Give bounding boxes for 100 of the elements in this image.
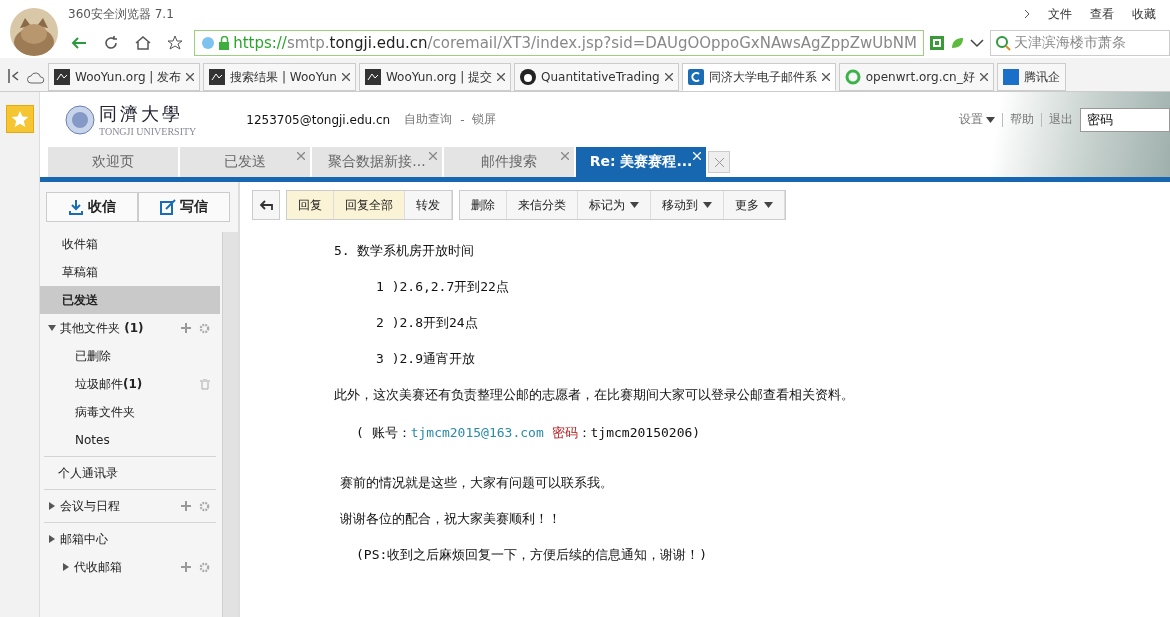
cloud-icon[interactable]: [27, 70, 45, 84]
plus-icon[interactable]: [181, 562, 191, 572]
folder-label[interactable]: Notes: [75, 433, 210, 447]
menu-item[interactable]: 收藏: [1132, 5, 1156, 23]
browser-tab[interactable]: 搜索结果 | WooYun: [203, 63, 356, 91]
mail-text: 赛前的情况就是这些，大家有问题可以联系我。: [340, 475, 613, 490]
collapse-icon[interactable]: [48, 535, 56, 543]
browser-tab[interactable]: WooYun.org | 提交: [358, 63, 512, 91]
lock-screen-link[interactable]: 锁屏: [472, 111, 497, 128]
browser-tab[interactable]: QuantitativeTrading: [514, 63, 679, 91]
toolbar-button[interactable]: 标记为: [578, 191, 651, 219]
emblem-icon: [65, 104, 95, 135]
browser-tab[interactable]: 腾讯企: [996, 63, 1066, 91]
dropdown-icon[interactable]: [970, 38, 984, 48]
menu-item[interactable]: 文件: [1048, 5, 1072, 23]
header-link[interactable]: 退出: [1049, 111, 1073, 128]
logo-subtitle: TONGJI UNIVERSITY: [99, 126, 197, 137]
receive-button[interactable]: 收信: [46, 192, 138, 222]
email-link[interactable]: tjmcm2015@163.com: [410, 425, 544, 440]
toolbar-button[interactable]: 回复全部: [334, 191, 405, 219]
folder-label[interactable]: 邮箱中心: [60, 530, 210, 548]
folder-label[interactable]: 其他文件夹 (1): [60, 319, 177, 337]
plus-icon[interactable]: [181, 501, 191, 511]
chevron-icon[interactable]: [1024, 9, 1030, 19]
edit-icon: [160, 199, 176, 215]
home-icon: [135, 36, 151, 50]
folder-item[interactable]: 收件箱: [40, 230, 220, 258]
star-icon: [167, 35, 183, 51]
toolbar-button[interactable]: 来信分类: [507, 191, 578, 219]
toolbar-button[interactable]: 移动到: [651, 191, 724, 219]
qr-code-icon[interactable]: [930, 36, 944, 50]
folder-label[interactable]: 垃圾邮件(1): [75, 375, 196, 393]
mail-tab[interactable]: 邮件搜索: [444, 147, 574, 177]
mail-text: 1 )2.6,2.7开到22点: [376, 279, 509, 294]
expand-icon[interactable]: [48, 324, 56, 332]
search-icon: [995, 35, 1011, 51]
back-button[interactable]: [252, 190, 280, 220]
folder-item[interactable]: 其他文件夹 (1): [40, 314, 220, 342]
folder-label[interactable]: 会议与日程: [60, 497, 177, 515]
folder-label[interactable]: 代收邮箱: [74, 558, 177, 576]
plus-icon[interactable]: [181, 323, 191, 333]
url-text: https://smtp.tongji.edu.cn/coremail/XT3/index.jsp?sid=DAUgOOppoGxNAwsAgZppZwUbNM: [233, 34, 917, 52]
close-icon[interactable]: [341, 73, 350, 81]
sidebar-toggle-icon[interactable]: [8, 69, 20, 83]
folder-item[interactable]: 已发送: [40, 286, 220, 314]
toolbar-button[interactable]: 转发: [405, 191, 452, 219]
folder-item[interactable]: 病毒文件夹: [40, 398, 220, 426]
search-field[interactable]: 天津滨海楼市萧条: [990, 30, 1170, 56]
site-icon: [209, 69, 226, 85]
close-icon[interactable]: [979, 73, 988, 81]
folder-item[interactable]: 已删除: [40, 342, 220, 370]
folder-item[interactable]: 草稿箱: [40, 258, 220, 286]
mail-text: 3 )2.9通宵开放: [376, 351, 475, 366]
account-email: 1253705@tongji.edu.cn: [246, 112, 391, 127]
scrollbar[interactable]: [222, 232, 238, 617]
header-link[interactable]: 帮助: [1010, 111, 1034, 128]
mail-text: 谢谢各位的配合，祝大家美赛顺利！！: [340, 511, 561, 526]
folder-item[interactable]: 邮箱中心: [40, 525, 220, 553]
folder-item[interactable]: 个人通讯录: [40, 459, 220, 487]
search-field[interactable]: 密码: [1080, 107, 1170, 132]
collapse-icon[interactable]: [62, 563, 70, 571]
close-icon[interactable]: [821, 73, 830, 81]
lock-icon: [218, 36, 230, 50]
folder-item[interactable]: 代收邮箱: [40, 553, 220, 581]
mail-tab[interactable]: 欢迎页: [48, 147, 178, 177]
compose-button[interactable]: 写信: [138, 192, 230, 222]
browser-tab[interactable]: WooYun.org | 发布: [48, 63, 201, 91]
folder-label[interactable]: 病毒文件夹: [75, 403, 210, 421]
folder-item[interactable]: Notes: [40, 426, 220, 454]
close-icon[interactable]: [497, 73, 506, 81]
close-icon[interactable]: [664, 73, 673, 81]
collapse-icon[interactable]: [48, 502, 56, 510]
toolbar-button[interactable]: 更多: [724, 191, 785, 219]
self-service-link[interactable]: 自助查询: [404, 111, 453, 128]
window-title: 360安全浏览器 7.1: [68, 5, 175, 23]
mail-heading: 5. 数学系机房开放时间: [334, 243, 475, 258]
site-icon: [1002, 69, 1019, 85]
folder-item[interactable]: 垃圾邮件(1): [40, 370, 220, 398]
ring-icon: [844, 69, 861, 85]
mail-tab[interactable]: 已发送: [180, 147, 310, 177]
mail-text: (PS:收到之后麻烦回复一下，方便后续的信息通知，谢谢！): [356, 547, 708, 562]
toolbar-button[interactable]: 删除: [460, 191, 507, 219]
site-icon: [364, 69, 381, 85]
mail-tab[interactable]: Re: 美赛赛程...: [576, 147, 706, 177]
close-icon[interactable]: [186, 73, 195, 81]
header-link[interactable]: 设置: [959, 111, 995, 128]
caret-icon: [986, 116, 995, 123]
browser-tab[interactable]: openwrt.org.cn_好: [838, 63, 994, 91]
toolbar-button[interactable]: 回复: [287, 191, 334, 219]
menu-item[interactable]: 查看: [1090, 5, 1114, 23]
separator: -: [460, 112, 465, 127]
browser-tab[interactable]: 同济大学电子邮件系: [681, 63, 836, 91]
download-icon: [68, 199, 84, 215]
site-icon: [687, 69, 704, 85]
back-icon: [71, 36, 87, 50]
folder-label[interactable]: 已删除: [75, 347, 210, 365]
mail-tab[interactable]: 聚合数据新接...: [312, 147, 442, 177]
folder-item[interactable]: 会议与日程: [40, 492, 220, 520]
address-field[interactable]: https://smtp.tongji.edu.cn/coremail/XT3/index.jsp?sid=DAUgOOppoGxNAwsAgZppZwUbNM: [194, 30, 924, 56]
site-icon: [54, 69, 70, 85]
